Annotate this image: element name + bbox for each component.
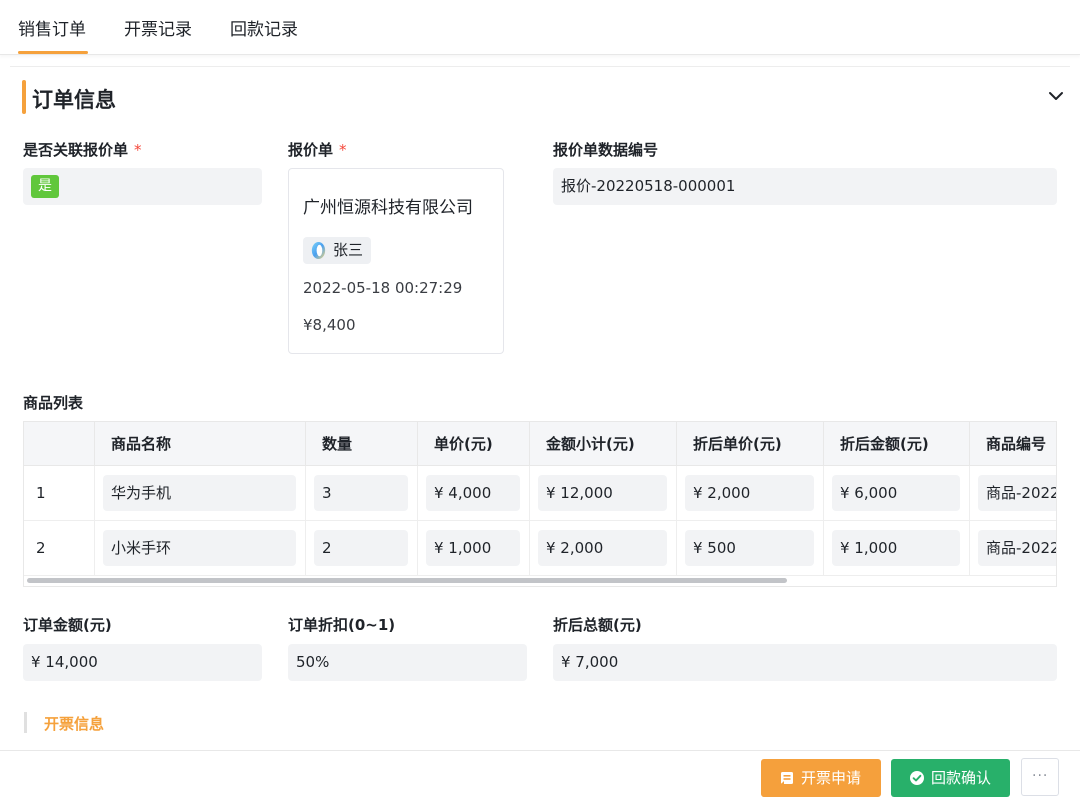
column-header-disc-price: 折后单价(元): [677, 422, 824, 466]
tab-sales-order[interactable]: 销售订单: [18, 15, 86, 40]
column-header-price: 单价(元): [418, 422, 530, 466]
order-discount-field[interactable]: 50%: [288, 644, 527, 681]
product-name-input[interactable]: 小米手环: [103, 530, 296, 566]
column-header-qty: 数量: [306, 422, 418, 466]
subtotal-input[interactable]: ¥ 2,000: [538, 530, 667, 566]
column-header-disc-amount: 折后金额(元): [824, 422, 970, 466]
tab-invoice-records[interactable]: 开票记录: [124, 15, 192, 40]
invoice-icon: [781, 772, 793, 784]
order-amount-label: 订单金额(元): [23, 616, 112, 634]
section-title: 订单信息: [32, 88, 116, 112]
discount-total-field[interactable]: ¥ 7,000: [553, 644, 1057, 681]
link-quote-label: 是否关联报价单 *: [23, 141, 142, 159]
tab-payment-records[interactable]: 回款记录: [230, 15, 298, 40]
order-amount-field[interactable]: ¥ 14,000: [23, 644, 262, 681]
table-header: 商品名称 数量 单价(元) 金额小计(元) 折后单价(元) 折后金额(元) 商品…: [24, 422, 1056, 466]
subsection-bar: [24, 712, 27, 733]
product-code-input[interactable]: 商品-2022: [978, 530, 1056, 566]
active-tab-indicator: [18, 51, 88, 54]
product-code-input[interactable]: 商品-2022: [978, 475, 1056, 511]
action-bar: 开票申请 回款确认: [0, 750, 1080, 803]
more-icon: ···: [1032, 768, 1049, 784]
order-discount-label: 订单折扣(0~1): [288, 616, 396, 634]
column-header-index: [24, 422, 95, 466]
quote-amount: ¥8,400: [303, 316, 356, 334]
check-circle-icon: [910, 771, 924, 785]
column-header-subtotal: 金额小计(元): [530, 422, 677, 466]
products-label: 商品列表: [23, 394, 84, 412]
product-name-input[interactable]: 华为手机: [103, 475, 296, 511]
column-header-name: 商品名称: [95, 422, 306, 466]
quote-company: 广州恒源科技有限公司: [303, 198, 473, 218]
quote-date: 2022-05-18 00:27:29: [303, 279, 463, 297]
quote-no-label: 报价单数据编号: [553, 141, 659, 159]
products-table: 商品名称 数量 单价(元) 金额小计(元) 折后单价(元) 折后金额(元) 商品…: [23, 421, 1057, 587]
price-input[interactable]: ¥ 1,000: [426, 530, 520, 566]
horizontal-scrollbar-thumb[interactable]: [27, 578, 787, 583]
disc-amount-input[interactable]: ¥ 6,000: [832, 475, 960, 511]
required-mark: *: [134, 141, 142, 159]
invoice-info-title[interactable]: 开票信息: [44, 713, 104, 734]
more-actions-button[interactable]: ···: [1021, 758, 1059, 796]
quote-no-field[interactable]: 报价-20220518-000001: [553, 168, 1057, 205]
required-mark: *: [339, 141, 347, 159]
disc-price-input[interactable]: ¥ 2,000: [685, 475, 814, 511]
card-divider: [10, 66, 1070, 67]
quote-user-chip: 张三: [303, 237, 372, 264]
tab-bar: 销售订单 开票记录 回款记录: [0, 0, 1080, 55]
link-quote-field[interactable]: 是: [23, 168, 262, 205]
disc-amount-input[interactable]: ¥ 1,000: [832, 530, 960, 566]
discount-total-label: 折后总额(元): [553, 616, 642, 634]
yes-tag: 是: [31, 175, 59, 198]
payment-confirm-button[interactable]: 回款确认: [891, 759, 1010, 797]
table-row: 1 华为手机 3 ¥ 4,000 ¥ 12,000 ¥ 2,000 ¥ 6,00…: [24, 466, 1056, 521]
quote-card[interactable]: 广州恒源科技有限公司 张三 2022-05-18 00:27:29 ¥8,400: [288, 168, 504, 354]
subtotal-input[interactable]: ¥ 12,000: [538, 475, 667, 511]
section-accent-bar: [22, 80, 26, 114]
table-row: 2 小米手环 2 ¥ 1,000 ¥ 2,000 ¥ 500 ¥ 1,000 商…: [24, 521, 1056, 576]
column-header-code: 商品编号: [986, 435, 1047, 453]
row-index: 1: [24, 466, 95, 521]
invoice-request-button[interactable]: 开票申请: [761, 759, 881, 797]
qty-input[interactable]: 3: [314, 475, 408, 511]
quote-label: 报价单 *: [288, 141, 347, 159]
row-index: 2: [24, 521, 95, 576]
disc-price-input[interactable]: ¥ 500: [685, 530, 814, 566]
chevron-down-icon[interactable]: [1046, 86, 1066, 106]
user-avatar-icon: [311, 241, 326, 260]
price-input[interactable]: ¥ 4,000: [426, 475, 520, 511]
qty-input[interactable]: 2: [314, 530, 408, 566]
